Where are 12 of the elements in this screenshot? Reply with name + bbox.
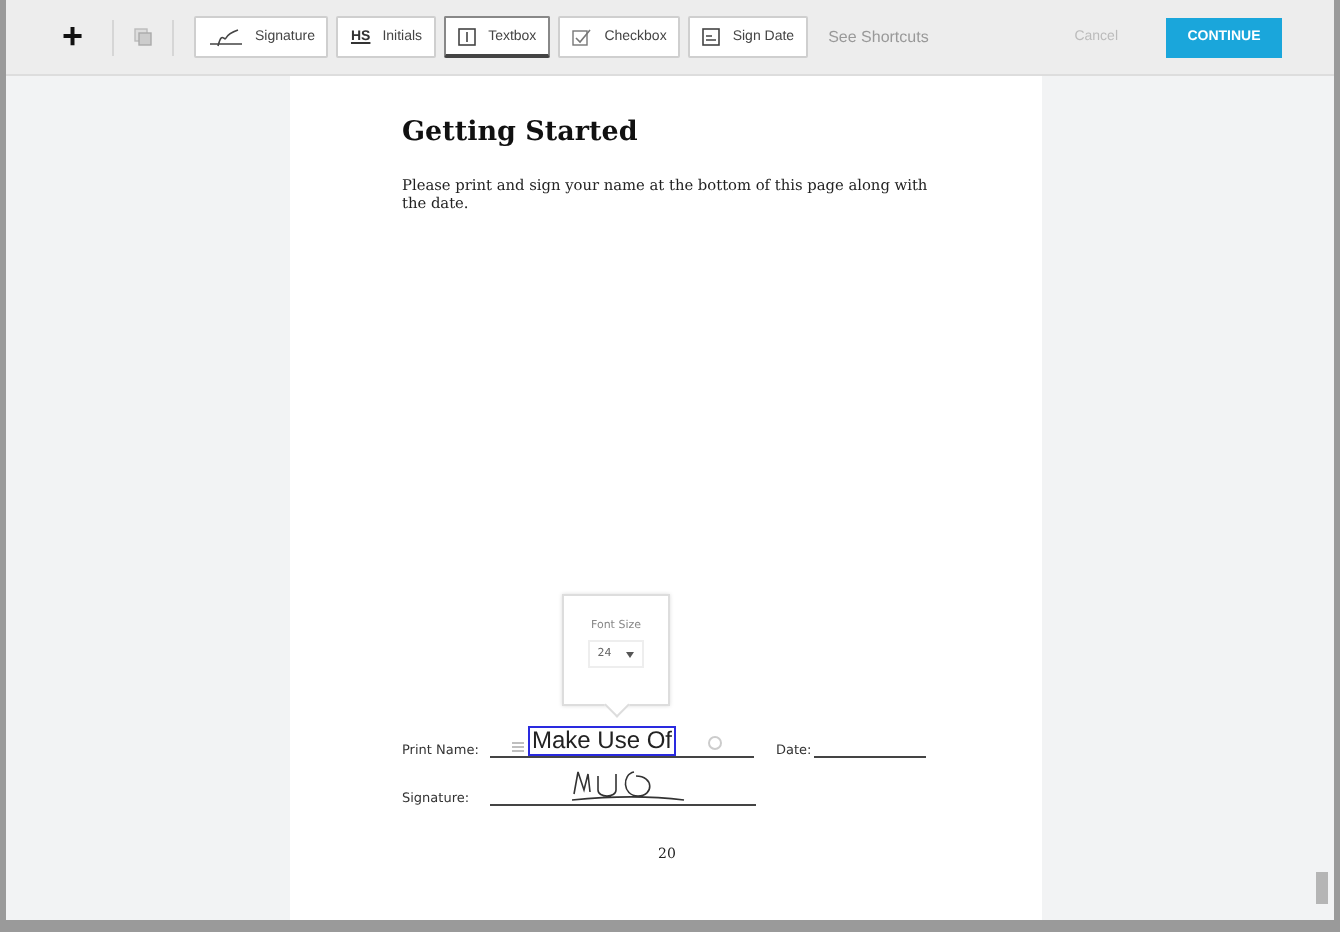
document-title: Getting Started xyxy=(402,116,640,148)
checkbox-icon xyxy=(572,28,593,46)
calendar-icon xyxy=(702,28,721,46)
caret-icon xyxy=(626,651,635,657)
signature-drawing xyxy=(570,766,686,802)
text-cursor-icon xyxy=(458,27,477,45)
add-button[interactable]: + xyxy=(54,16,92,58)
copy-icon[interactable] xyxy=(133,28,152,46)
signature-icon xyxy=(207,27,244,47)
drag-handle-icon[interactable] xyxy=(512,742,524,752)
resize-handle-icon[interactable] xyxy=(708,736,722,750)
text-input-box[interactable]: Make Use Of xyxy=(528,726,677,756)
